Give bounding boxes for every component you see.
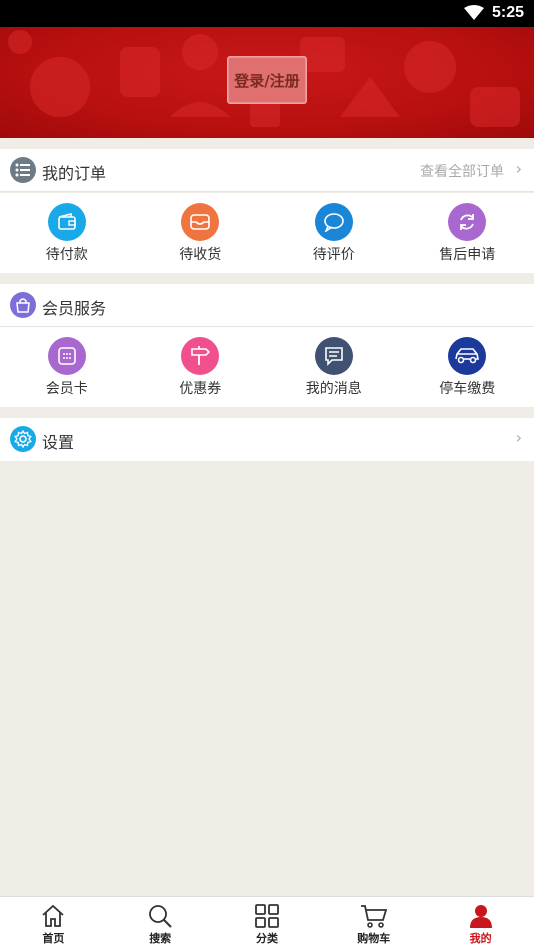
orders-title: 我的订单 <box>42 164 107 183</box>
message-icon <box>314 337 353 375</box>
member-header: 会员服务 <box>0 284 534 327</box>
member-title: 会员服务 <box>42 299 107 318</box>
chevron-right-icon: › <box>515 428 522 447</box>
tab-mine[interactable]: 我的 <box>427 897 534 949</box>
member-row: 会员卡 优惠券 我的消息 停车缴费 <box>0 327 534 407</box>
order-pending-receipt[interactable]: 待收货 <box>134 193 268 273</box>
member-item-label: 我的消息 <box>305 381 362 397</box>
grid-icon <box>255 904 279 928</box>
home-icon <box>42 904 64 927</box>
bag-icon <box>10 292 36 318</box>
tab-cart[interactable]: 购物车 <box>320 897 427 949</box>
tab-search[interactable]: 搜索 <box>107 897 214 949</box>
member-item-label: 停车缴费 <box>439 381 496 397</box>
login-register-button[interactable]: 登录/注册 <box>227 56 307 104</box>
view-all-orders-link[interactable]: 查看全部订单 <box>420 161 504 181</box>
settings-row[interactable]: 设置 › <box>0 418 534 461</box>
inbox-icon <box>181 203 220 241</box>
profile-banner: 登录/注册 <box>0 27 534 138</box>
wallet-icon <box>47 203 86 241</box>
status-bar: 5:25 <box>0 0 534 27</box>
bottom-navigation: 首页 搜索 分类 购物车 我的 <box>0 896 534 949</box>
order-pending-review[interactable]: 待评价 <box>267 193 401 273</box>
member-parking[interactable]: 停车缴费 <box>401 327 534 407</box>
order-item-label: 待付款 <box>45 247 88 263</box>
list-icon <box>10 157 36 183</box>
refresh-icon <box>448 203 487 241</box>
signpost-icon <box>181 337 220 375</box>
orders-row: 待付款 待收货 待评价 售后申请 <box>0 193 534 273</box>
order-item-label: 待收货 <box>179 247 222 263</box>
search-icon <box>149 905 172 928</box>
member-messages[interactable]: 我的消息 <box>267 327 401 407</box>
tab-label: 首页 <box>42 932 65 945</box>
order-item-label: 售后申请 <box>439 247 496 263</box>
user-icon <box>469 905 492 928</box>
chevron-right-icon: › <box>515 159 522 178</box>
status-time: 5:25 <box>491 4 524 21</box>
tab-label: 购物车 <box>357 932 391 945</box>
car-icon <box>448 337 487 375</box>
tab-home[interactable]: 首页 <box>0 897 107 949</box>
tab-category[interactable]: 分类 <box>214 897 321 949</box>
gear-icon <box>10 426 36 452</box>
order-pending-payment[interactable]: 待付款 <box>0 193 134 273</box>
tab-label: 分类 <box>255 932 278 945</box>
tab-label: 搜索 <box>149 932 172 945</box>
chat-bubble-icon <box>314 203 353 241</box>
cart-icon <box>360 905 387 928</box>
member-item-label: 优惠券 <box>179 381 222 397</box>
member-item-label: 会员卡 <box>45 381 88 397</box>
order-after-sales[interactable]: 售后申请 <box>401 193 534 273</box>
member-card[interactable]: 会员卡 <box>0 327 134 407</box>
card-icon <box>47 337 86 375</box>
wifi-icon <box>464 5 484 20</box>
member-coupons[interactable]: 优惠券 <box>134 327 268 407</box>
order-item-label: 待评价 <box>312 247 355 263</box>
tab-label: 我的 <box>469 932 492 945</box>
orders-header[interactable]: 我的订单 查看全部订单 › <box>0 149 534 192</box>
settings-title: 设置 <box>42 433 75 452</box>
